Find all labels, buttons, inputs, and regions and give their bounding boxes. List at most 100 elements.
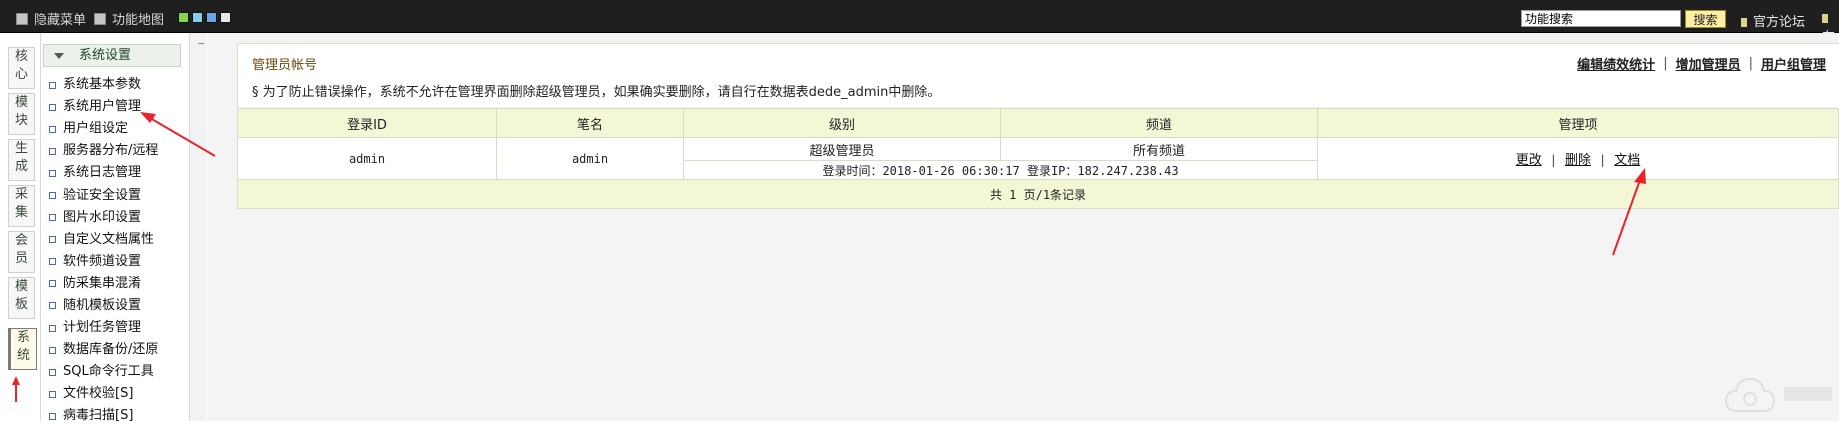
sidebar-item-label: 计划任务管理 [63,320,142,336]
notice-text: § 为了防止错误操作，系统不允许在管理界面删除超级管理员，如果确实要删除，请自行… [237,79,1839,107]
sidebar-item-label: 系统用户管理 [63,99,142,115]
sidebar-item[interactable]: 软件频道设置 [49,251,158,273]
sidebar-item-label: 服务器分布/远程 [63,143,159,159]
actions-cell: 更改 | 删除 | 文档 [1317,137,1839,180]
sidebar-item[interactable]: 数据库备份/还原 [49,339,158,361]
divider: | [1748,56,1753,71]
function-search-input[interactable] [1521,10,1681,27]
map-icon [94,12,106,25]
function-map-label: 功能地图 [112,13,165,28]
function-map-button[interactable]: 功能地图 [94,9,164,28]
sidebar-item[interactable]: 病毒扫描[S] [49,405,158,427]
skin-switcher [178,12,231,23]
tab-core[interactable]: 核心 [8,47,35,89]
sidebar-item[interactable]: 验证安全设置 [49,184,158,206]
tab-module[interactable]: 模块 [8,93,35,135]
bullet-icon [49,258,56,266]
tab-system[interactable]: 系统 [8,328,37,370]
delete-link[interactable]: 删除 [1565,153,1591,168]
pagination-text: 共 1 页/1条记录 [237,179,1839,209]
sidebar-item-label: 用户组设定 [63,121,129,137]
skin-swatch-blue[interactable] [206,12,217,23]
sidebar-item-label: SQL命令行工具 [63,364,154,380]
bullet-icon [49,192,56,200]
bullet-icon [49,280,56,288]
sidebar-item[interactable]: SQL命令行工具 [49,361,158,383]
sidebar-item[interactable]: 自定义文档属性 [49,229,158,251]
tab-label: 采集 [14,187,28,220]
table-row: admin admin 超级管理员 所有频道 更改 | 删除 | 文档 [237,137,1839,180]
sidebar-item-label: 文件校验[S] [63,386,134,402]
bullet-icon [49,324,56,332]
skin-swatch-white[interactable] [220,12,231,23]
documents-link[interactable]: 文档 [1614,153,1640,168]
login-id-cell: admin [237,137,497,180]
tab-template[interactable]: 模板 [8,277,35,319]
sidebar-splitter[interactable] [190,33,206,421]
sidebar-item-label: 系统基本参数 [63,77,142,93]
user-group-link[interactable]: 用户组管理 [1761,54,1826,73]
login-info-cell: 登录时间：2018-01-26 06:30:17 登录IP：182.247.23… [683,160,1318,180]
admin-table: 登录ID 笔名 级别 频道 管理项 admin admin 超级管理员 所有频道… [237,108,1839,209]
page-title: 管理员帐号 [252,58,318,73]
add-admin-link[interactable]: 增加管理员 [1676,54,1741,73]
menu-icon [16,12,28,25]
chevron-down-icon [54,53,64,59]
tab-member[interactable]: 会员 [8,231,35,273]
sidebar-item[interactable]: 图片水印设置 [49,207,158,229]
tab-label: 生成 [14,141,28,174]
watermark-icon [1724,377,1832,412]
column-header: 管理项 [1317,108,1839,138]
search-button[interactable]: 搜索 [1685,10,1726,28]
skin-swatch-green[interactable] [178,12,189,23]
bullet-icon [49,390,56,398]
sidebar-item-label: 防采集串混淆 [63,275,142,291]
menu-list: 系统基本参数 系统用户管理 用户组设定服务器分布/远程 系统日志管理 验证安全设置 图片水… [49,74,158,428]
bullet-icon [49,81,56,89]
main-content: 管理员帐号 编辑绩效统计 | 增加管理员 | 用户组管理 § 为了防止错误操作，… [207,33,1839,421]
sidebar-item-label: 软件频道设置 [63,253,142,269]
speaker-icon [1822,14,1828,23]
pagination-row: 共 1 页/1条记录 [237,179,1839,209]
channel-cell: 所有频道 [1000,137,1318,161]
bullet-icon [49,169,56,177]
sidebar-item[interactable]: 计划任务管理 [49,317,158,339]
edit-link[interactable]: 更改 [1516,153,1542,168]
column-header: 频道 [1000,108,1318,138]
sidebar-item[interactable]: 防采集串混淆 [49,273,158,295]
menu-section-header[interactable]: 系统设置 [43,44,181,67]
sidebar-item[interactable]: 系统用户管理 [49,96,158,118]
tab-collect[interactable]: 采集 [8,185,35,227]
hide-menu-button[interactable]: 隐藏菜单 [16,9,86,28]
panel-links: 编辑绩效统计 | 增加管理员 | 用户组管理 [1577,54,1826,73]
sidebar-item-label: 随机模板设置 [63,297,142,313]
bullet-icon [49,346,56,354]
sidebar-item-label: 验证安全设置 [63,187,142,203]
tab-generate[interactable]: 生成 [8,139,35,181]
sidebar-item[interactable]: 用户组设定 [49,118,158,140]
pen-name-cell: admin [496,137,684,180]
bullet-icon [49,302,56,310]
tab-label: 模块 [14,95,28,128]
divider: | [1549,153,1557,167]
sidebar-item[interactable]: 系统日志管理 [49,162,158,184]
level-cell: 超级管理员 [683,137,1001,161]
sidebar-item-label: 病毒扫描[S] [63,408,134,424]
edit-performance-link[interactable]: 编辑绩效统计 [1577,54,1655,73]
official-forum-label: 官方论坛 [1753,15,1806,30]
sidebar-item[interactable]: 系统基本参数 [49,74,158,96]
sidebar-item[interactable]: 随机模板设置 [49,295,158,317]
sidebar-item-label: 图片水印设置 [63,209,142,225]
bullet-icon [49,147,56,155]
sidebar-item[interactable]: 服务器分布/远程 [49,140,158,162]
official-forum-link[interactable]: 官方论坛 [1741,11,1805,30]
sidebar-item[interactable]: 文件校验[S] [49,383,158,405]
sidebar-item-label: 自定义文档属性 [63,231,155,247]
bullet-icon [49,412,56,420]
menu-section-title: 系统设置 [79,48,132,63]
skin-swatch-cyan[interactable] [192,12,203,23]
top-bar: 隐藏菜单 功能地图 搜索 官方论坛 在 [0,0,1839,45]
sidebar-item-label: 系统日志管理 [63,165,142,181]
divider: | [1599,153,1607,167]
bullet-icon [49,236,56,244]
